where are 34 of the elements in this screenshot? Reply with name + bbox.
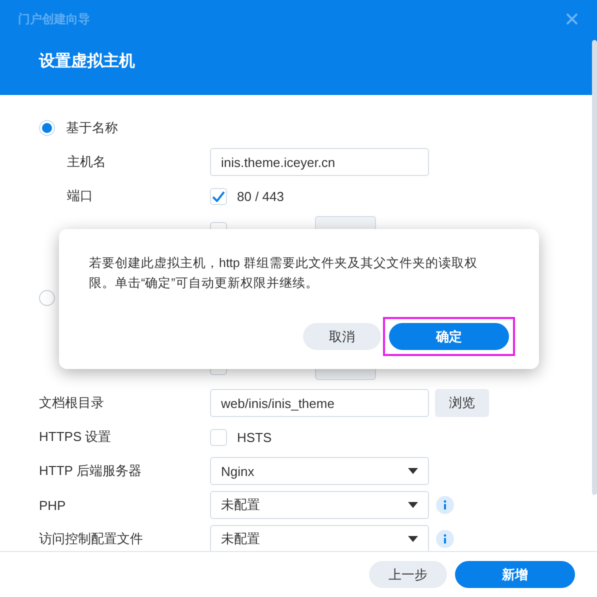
- check-icon: [212, 190, 225, 202]
- window-title: 门户创建向导: [18, 11, 90, 28]
- field-label: 文档根目录: [39, 394, 105, 412]
- scrollbar[interactable]: [592, 40, 597, 495]
- select-field[interactable]: Nginx: [210, 457, 429, 485]
- info-icon[interactable]: [436, 496, 454, 514]
- select-field[interactable]: 未配置: [210, 525, 429, 551]
- option-label: HSTS: [237, 430, 272, 444]
- hostname-field[interactable]: inis.theme.iceyer.cn: [210, 148, 429, 176]
- field-label: HTTP 后端服务器: [39, 462, 142, 480]
- browse-button[interactable]: 浏览: [435, 389, 489, 417]
- checkbox[interactable]: [210, 188, 227, 204]
- caret-icon: [408, 468, 418, 474]
- port-value: 80 / 443: [237, 188, 284, 204]
- page-heading: 设置虚拟主机: [39, 51, 136, 72]
- caret-icon: [408, 502, 418, 508]
- field-label: PHP: [39, 498, 67, 512]
- add-button[interactable]: 新增: [455, 561, 575, 588]
- field-label: HTTPS 设置: [39, 428, 112, 446]
- field-label: 端口: [67, 187, 94, 205]
- cancel-button[interactable]: 取消: [303, 323, 381, 350]
- radio-button[interactable]: [39, 120, 55, 136]
- field-label: 主机名: [67, 153, 107, 171]
- field-label: 访问控制配置文件: [39, 530, 144, 548]
- option-label: 基于名称: [66, 119, 119, 137]
- caret-icon: [408, 536, 418, 542]
- select-field[interactable]: 未配置: [210, 491, 429, 519]
- dialog-message: 若要创建此虚拟主机，http 群组需要此文件夹及其父文件夹的读取权限。单击“确定”可自动更新权限并继续。: [89, 255, 478, 292]
- back-button[interactable]: 上一步: [369, 561, 447, 588]
- confirm-button[interactable]: 确定: [389, 323, 509, 350]
- info-icon[interactable]: [436, 530, 454, 548]
- radio-button[interactable]: [39, 290, 55, 306]
- checkbox[interactable]: [210, 428, 227, 446]
- path-field[interactable]: web/inis/inis_theme: [210, 389, 429, 417]
